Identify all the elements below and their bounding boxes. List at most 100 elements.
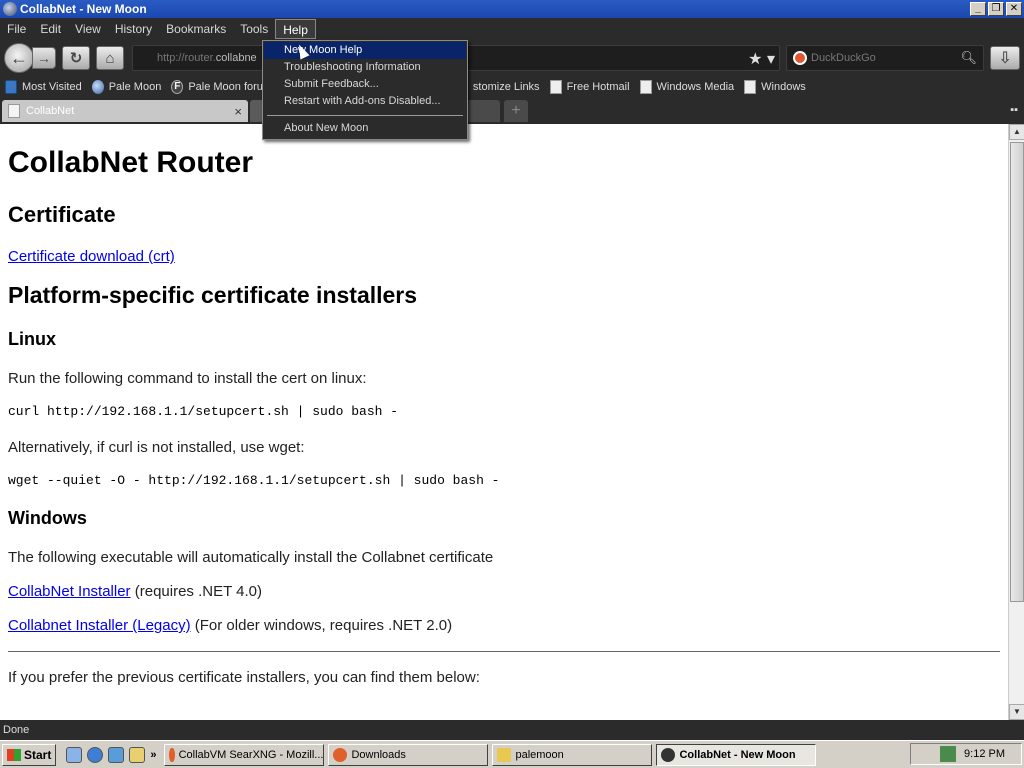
window-title: CollabNet - New Moon xyxy=(20,2,147,16)
menu-file[interactable]: File xyxy=(0,19,33,39)
system-tray: 9:12 PM xyxy=(910,743,1022,765)
certificate-heading: Certificate xyxy=(8,202,116,227)
windows-instructions: The following executable will automatica… xyxy=(8,549,494,566)
bookmark-windows-media[interactable]: Windows Media xyxy=(639,80,734,94)
linux-wget-command: wget --quiet -O - http://192.168.1.1/set… xyxy=(8,473,500,488)
page-icon xyxy=(549,80,562,94)
menu-history[interactable]: History xyxy=(108,19,159,39)
windows-heading: Windows xyxy=(8,508,87,528)
tab-collabnet[interactable]: CollabNet × xyxy=(2,100,248,122)
menu-view[interactable]: View xyxy=(68,19,108,39)
bookmark-windows[interactable]: Windows xyxy=(744,80,806,94)
list-all-tabs-icon[interactable]: ▪▪ xyxy=(1010,104,1018,116)
linux-instructions: Run the following command to install the… xyxy=(8,370,367,387)
pale-moon-forum-icon: F xyxy=(171,80,184,94)
folder-icon xyxy=(497,747,512,762)
home-icon: ⌂ xyxy=(105,49,115,67)
menu-separator xyxy=(267,115,463,116)
bookmarks-toolbar: Most Visited Pale Moon F Pale Moon foru s… xyxy=(0,76,1024,98)
minimize-button[interactable]: _ xyxy=(970,2,986,16)
maximize-button[interactable]: ❐ xyxy=(988,2,1004,16)
navigation-toolbar: ← → ↻ ⌂ http://router. collabne ★ ▾ DuckD… xyxy=(0,40,1024,76)
bookmark-customize-links[interactable]: stomize Links xyxy=(473,81,540,93)
installer-note: (requires .NET 4.0) xyxy=(130,583,262,600)
collabnet-legacy-installer-link[interactable]: Collabnet Installer (Legacy) xyxy=(8,617,191,634)
help-item-about[interactable]: About New Moon xyxy=(264,120,466,137)
start-button[interactable]: Start xyxy=(2,743,57,766)
forward-arrow-icon: → xyxy=(37,50,51,66)
certificate-download-link[interactable]: Certificate download (crt) xyxy=(8,248,175,265)
task-palemoon-folder[interactable]: palemoon xyxy=(492,743,653,766)
plus-icon: + xyxy=(511,102,521,119)
tab-close-icon[interactable]: × xyxy=(234,104,242,119)
menu-help[interactable]: Help xyxy=(275,19,316,39)
status-bar: Done xyxy=(0,720,1024,740)
search-folder-icon[interactable] xyxy=(129,746,146,763)
duckduckgo-icon[interactable] xyxy=(793,51,807,65)
window-titlebar[interactable]: CollabNet - New Moon _ ❐ ✕ xyxy=(0,0,1024,18)
search-icon[interactable]: 🔍︎ xyxy=(960,50,977,66)
new-moon-icon xyxy=(661,747,676,762)
help-item-restart-addons-disabled[interactable]: Restart with Add-ons Disabled... xyxy=(264,93,466,110)
platform-installers-heading: Platform-specific certificate installers xyxy=(8,282,418,308)
bookmark-pale-moon-forum[interactable]: F Pale Moon foru xyxy=(171,80,263,94)
task-downloads[interactable]: Downloads xyxy=(328,743,489,766)
bookmark-pale-moon[interactable]: Pale Moon xyxy=(91,80,161,94)
task-collabnet-new-moon[interactable]: CollabNet - New Moon xyxy=(656,743,817,766)
back-arrow-icon: ← xyxy=(10,47,28,68)
show-desktop-icon[interactable] xyxy=(66,746,83,763)
home-button[interactable]: ⌂ xyxy=(96,46,124,70)
linux-heading: Linux xyxy=(8,329,56,349)
tab-partial-2[interactable] xyxy=(466,100,500,122)
reload-icon: ↻ xyxy=(69,50,83,67)
new-tab-button[interactable]: + xyxy=(504,100,528,122)
download-arrow-icon: ⇩ xyxy=(998,50,1012,67)
help-item-new-moon-help[interactable]: New Moon Help xyxy=(264,42,466,59)
task-collabvm-searxng[interactable]: CollabVM SearXNG - Mozill... xyxy=(164,743,325,766)
search-bar[interactable]: DuckDuckGo 🔍︎ xyxy=(786,45,984,71)
most-visited-icon xyxy=(5,80,17,94)
reload-button[interactable]: ↻ xyxy=(62,46,90,70)
page-icon xyxy=(8,104,20,118)
bookmark-most-visited[interactable]: Most Visited xyxy=(5,80,82,94)
windows-logo-icon xyxy=(7,748,21,761)
quick-launch-more-icon[interactable]: » xyxy=(150,749,156,761)
close-button[interactable]: ✕ xyxy=(1006,2,1022,16)
quick-launch: » xyxy=(66,746,156,763)
page-icon xyxy=(639,80,652,94)
pale-moon-icon xyxy=(91,80,104,94)
status-text: Done xyxy=(3,724,30,736)
new-moon-app-icon[interactable] xyxy=(3,2,17,16)
help-item-submit-feedback[interactable]: Submit Feedback... xyxy=(264,76,466,93)
bookmark-free-hotmail[interactable]: Free Hotmail xyxy=(549,80,630,94)
downloads-button[interactable]: ⇩ xyxy=(990,46,1020,70)
menu-tools[interactable]: Tools xyxy=(233,19,275,39)
menu-edit[interactable]: Edit xyxy=(33,19,68,39)
scroll-thumb[interactable] xyxy=(1010,142,1024,602)
menu-bookmarks[interactable]: Bookmarks xyxy=(159,19,233,39)
network-icon[interactable] xyxy=(108,746,125,763)
legacy-installer-line: Collabnet Installer (Legacy) (For older … xyxy=(8,617,1000,634)
divider xyxy=(8,651,1000,652)
internet-explorer-icon[interactable] xyxy=(87,746,104,763)
clock[interactable]: 9:12 PM xyxy=(964,748,1005,760)
legacy-installer-note: (For older windows, requires .NET 2.0) xyxy=(190,617,453,634)
linux-alt-instructions: Alternatively, if curl is not installed,… xyxy=(8,439,305,456)
scroll-down-button[interactable]: ▼ xyxy=(1009,704,1024,720)
bookmark-star-icon[interactable]: ★ ▾ xyxy=(748,49,775,69)
window-controls: _ ❐ ✕ xyxy=(970,2,1022,16)
scroll-up-button[interactable]: ▲ xyxy=(1009,124,1024,140)
help-dropdown-menu: New Moon Help Troubleshooting Informatio… xyxy=(262,40,468,140)
desktop: CollabNet - New Moon _ ❐ ✕ File Edit Vie… xyxy=(0,0,1024,768)
page-icon xyxy=(744,80,757,94)
menu-bar: File Edit View History Bookmarks Tools H… xyxy=(0,18,1024,40)
page-scrollbar[interactable]: ▲ ▼ xyxy=(1008,124,1024,720)
forward-button[interactable]: → xyxy=(32,47,56,69)
url-host: collabne xyxy=(215,52,257,64)
network-tray-icon[interactable] xyxy=(940,746,957,762)
firefox-icon xyxy=(169,747,175,762)
linux-curl-command: curl http://192.168.1.1/setupcert.sh | s… xyxy=(8,404,399,419)
back-button[interactable]: ← xyxy=(4,43,34,73)
collabnet-installer-link[interactable]: CollabNet Installer xyxy=(8,583,131,600)
help-item-troubleshooting[interactable]: Troubleshooting Information xyxy=(264,59,466,76)
